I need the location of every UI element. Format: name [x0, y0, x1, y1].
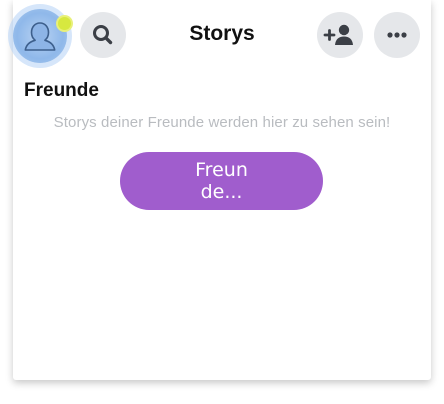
more-options-button[interactable] — [374, 12, 420, 58]
notification-dot — [58, 17, 71, 30]
header-bar: Storys — [0, 0, 444, 72]
find-friends-button[interactable]: Freunde... — [120, 152, 323, 210]
add-friend-icon — [323, 24, 353, 45]
profile-avatar-button[interactable] — [13, 9, 67, 63]
friends-section-heading: Freunde — [24, 80, 99, 101]
more-icon — [387, 32, 407, 38]
add-friend-button[interactable] — [317, 12, 363, 58]
empty-state-message: Storys deiner Freunde werden hier zu seh… — [53, 114, 391, 131]
page-title: Storys — [189, 22, 255, 45]
search-button[interactable] — [80, 12, 126, 58]
bitmoji-avatar-icon — [24, 22, 56, 51]
search-icon — [93, 25, 113, 45]
find-friends-button-label: Freunde... — [195, 159, 248, 203]
